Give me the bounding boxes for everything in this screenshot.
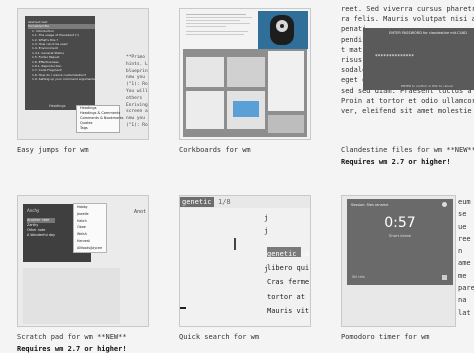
text-line: lat	[458, 308, 471, 317]
text-line: ("1): Ro	[126, 122, 148, 128]
note-card	[268, 51, 304, 111]
note-card	[186, 57, 224, 87]
tree-item[interactable]: 1.9. Setting up your command arguments	[28, 77, 95, 81]
selection-bar	[234, 238, 236, 250]
text-line: ame	[458, 259, 471, 268]
easy-jumps-thumbnail[interactable]: Abstract text Formatted file 1. Introducti…	[17, 8, 149, 140]
text-line: hints. L	[126, 61, 148, 67]
search-count: 1/8	[218, 198, 231, 206]
dialog-hint: ENTER to confirm or ESC to cancel	[401, 84, 453, 88]
scratch-menu[interactable]: Hobby Jewelle Hatch Oboe Welsh Harvest Allfood…	[73, 203, 107, 253]
result-line: Cras ferme	[267, 278, 310, 287]
text-line: ver, eleifend sit amet molestie sed.	[341, 107, 474, 116]
text-line: reet. Sed viverra cursus pharetra. Nam	[341, 5, 474, 13]
mode-menu[interactable]: Headings Headings & Comments Comments & Bo…	[76, 105, 123, 133]
timer-panel: Session: files rename 0:57 Short break S…	[347, 199, 453, 285]
timer-display: 0:57	[384, 215, 416, 231]
menu-item[interactable]: Hatch	[77, 218, 106, 225]
scratch-list: Another note Zarthy Other note A Wonderful …	[27, 218, 56, 238]
menu-item[interactable]: Allfoods/Jaycee	[77, 245, 106, 252]
editor-area	[23, 268, 120, 324]
note-card	[268, 115, 304, 133]
pomodoro-side-text: eum se ue ree n ame me pare na lat	[458, 196, 474, 319]
page-lines	[186, 12, 256, 37]
text-line: others	[126, 95, 143, 101]
scratch-item[interactable]: A Wonderful day	[27, 233, 55, 238]
heading-tree: Abstract text Formatted file 1. Introducti…	[28, 20, 95, 82]
text-line: Proin at tortor et odio ullamcorper accu	[341, 96, 474, 105]
text-line: Enriving	[126, 102, 148, 108]
scratch-side-text: Anot	[134, 209, 147, 215]
result-line: libero qui	[267, 264, 310, 273]
note-card	[227, 57, 265, 87]
clandestine-thumbnail[interactable]: reet. Sed viverra cursus pharetra. Nam ra…	[341, 0, 474, 140]
search-results: genetic Lo libero qui Cras ferme tortor at M…	[267, 247, 309, 318]
caption-quick-search: Quick search for wm	[179, 333, 260, 341]
text-line: n	[458, 247, 463, 256]
search-bar[interactable]: genetic 1/8	[180, 196, 310, 208]
result-line: genetic Lo	[267, 250, 310, 258]
text-line: ra felis. Mauris volutpat nisi at purus	[341, 15, 474, 24]
password-dialog[interactable]: ENTER PASSWORD for clandestine mit.CLND …	[363, 28, 474, 90]
menu-item[interactable]: Jewelle	[77, 211, 106, 218]
timer-header: Session: files rename	[351, 203, 389, 207]
note-card	[186, 91, 224, 129]
caption-easy-jumps: Easy jumps for wm	[17, 146, 89, 154]
text-line: se	[458, 210, 467, 219]
timer-label: Short break	[388, 233, 412, 238]
text-line: blueprin	[126, 68, 148, 74]
text-line: now you	[126, 116, 145, 122]
text-line: me	[458, 271, 467, 280]
text-line: pare	[458, 284, 474, 293]
menu-item[interactable]: Oboe	[77, 224, 106, 231]
pomodoro-thumbnail[interactable]: Session: files rename 0:57 Short break S…	[341, 195, 456, 327]
dialog-title: ENTER PASSWORD for clandestine mit.CLND	[389, 31, 467, 35]
caption-clandestine: Clandestine files for wm **NEW**	[341, 146, 474, 154]
scratch-pad-thumbnail[interactable]: Anchy Another note Zarthy Other note A Wond…	[17, 195, 149, 327]
text-line: ("1): Ro	[126, 82, 148, 88]
corkboard-photo	[258, 11, 308, 49]
caption-pomodoro: Pomodoro timer for wm	[341, 333, 430, 341]
note-card	[227, 91, 265, 129]
search-input[interactable]: genetic	[180, 197, 214, 207]
navigator-panel: Abstract text Formatted file 1. Introducti…	[25, 16, 95, 110]
menu-item[interactable]: Hobby	[77, 204, 106, 211]
result-line: Mauris vit	[267, 306, 310, 315]
line-marker	[180, 307, 186, 309]
text-line: **Primo	[126, 55, 145, 60]
quick-search-thumbnail[interactable]: genetic 1/8 j j j genetic Lo libero qui Cr…	[179, 195, 311, 327]
timer-footer: Ski this	[352, 275, 365, 279]
caption-scratch-pad: Scratch pad for wm **NEW**	[17, 333, 127, 341]
text-line: You will	[126, 88, 148, 94]
requirement-clandestine: Requires wm 2.7 or higher!	[341, 158, 451, 166]
text-line: screen a	[126, 109, 148, 115]
menu-item[interactable]: Tags	[80, 126, 119, 131]
caption-corkboards: Corkboards for wm	[179, 146, 251, 154]
timer-close-icon[interactable]	[442, 275, 447, 280]
mode-label: Headings	[49, 104, 66, 108]
text-line: eum	[458, 198, 471, 206]
text-line: ree	[458, 234, 471, 243]
text-line: ue	[458, 222, 467, 231]
menu-item[interactable]: Harvest	[77, 238, 106, 245]
cursor-mark: j	[264, 227, 269, 235]
result-line: tortor at	[267, 292, 305, 301]
document-text: **Primo hints. Lblueprin now you ("1): Ro Yo…	[126, 55, 148, 130]
menu-item[interactable]: Welsh	[77, 231, 106, 238]
password-field[interactable]: **************	[375, 54, 414, 60]
cursor-mark: j	[264, 214, 269, 222]
corkboard-area	[183, 49, 307, 137]
scratch-title: Anchy	[27, 208, 40, 213]
text-line: na	[458, 296, 467, 305]
corkboards-thumbnail[interactable]	[179, 8, 311, 140]
timer-settings-icon[interactable]	[442, 202, 447, 207]
